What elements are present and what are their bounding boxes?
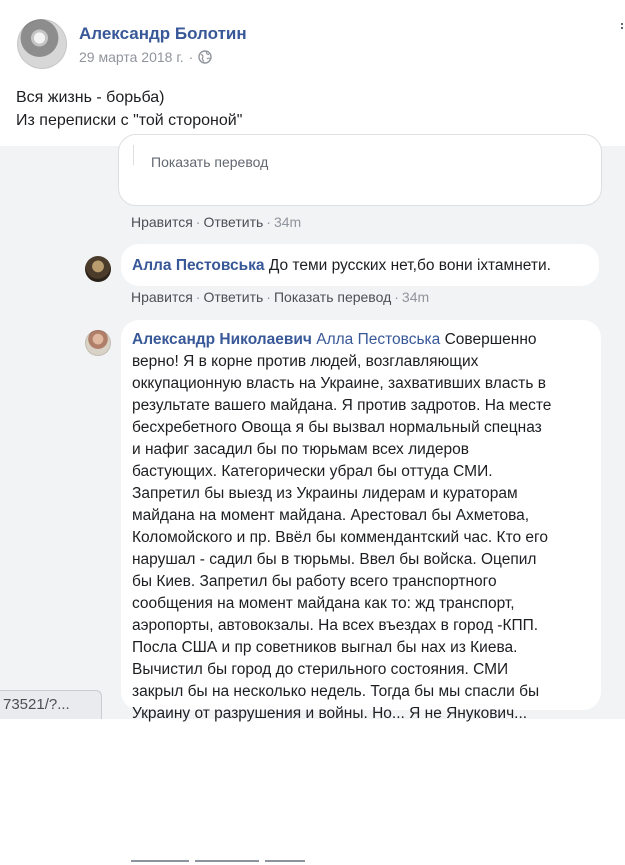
comment-text-lines: верно! Я в корне против людей, возглавля… [132,351,597,725]
comment-time[interactable]: 34m [274,214,301,230]
comment-text-line: Запретил бы выезд из Украины лидерам и к… [132,485,518,502]
comment-text: Совершенно [444,331,537,348]
action-separator: · [195,289,201,305]
commenter-avatar[interactable] [85,330,111,356]
status-url-tab: 73521/?... [0,690,102,719]
comment-text-line: бы Киев. Запретил бы работу всего трансп… [132,573,497,590]
reply-link[interactable]: Ответить [203,214,263,230]
action-separator: · [266,289,271,305]
comment-actions: Нравится · Ответить · 34m [131,214,301,230]
comment-text-line: бесхребетного Овоща я бы вызвал нормальн… [132,419,542,436]
comment-text-line: сообщения на момент майдана как то: жд т… [132,595,515,612]
post-meta: 29 марта 2018 г. · [79,49,212,65]
comment-text-line: Коломойского и пр. Ввёл бы коммендантски… [132,529,548,546]
post: Александр Болотин 29 марта 2018 г. · Вся… [0,0,625,146]
comment-text-line: Вычистил бы город до стерильного состоян… [132,661,509,678]
comment-text-line: результате вашего майдана. Я против задр… [132,397,552,414]
commenter-avatar[interactable] [85,256,111,282]
comments-section: Показать перевод Нравится · Ответить · 34m А… [0,134,625,862]
comment-text: До теми русских нет,бо вони іхтамнети. [268,257,551,274]
post-text-line: Вся жизнь - борьба) [16,89,165,106]
comment-text-line: майдана на момент майдана. Арестовал бы … [132,507,530,524]
comment-text-line: нарушал - садил бы в тюрьмы. Ввел бы вой… [132,551,537,568]
like-link[interactable]: Нравится [131,289,193,305]
previous-comment-bubble: Показать перевод [118,134,602,206]
comment-text-line: оккупационную власть на Украине, захвати… [132,375,546,392]
comment-bubble: Александр Николаевич Алла Пестовська Сов… [121,320,601,722]
comment-bubble: Алла Пестовська До теми русских нет,бо в… [121,244,599,286]
comment-first-line: Александр Николаевич Алла Пестовська Сов… [132,329,597,351]
comment-actions-cutoff [131,860,321,865]
post-text-line: Из переписки с "той стороной" [16,112,243,129]
post-author-name[interactable]: Александр Болотин [79,24,247,44]
commenter-name[interactable]: Алла Пестовська [132,257,265,274]
comment-body: Александр Николаевич Алла Пестовська Сов… [132,329,597,725]
comment-text-line: бастующих. Категорически убрал бы оттуда… [132,463,493,480]
comment-body: Алла Пестовська До теми русских нет,бо в… [132,255,551,277]
like-link[interactable]: Нравится [131,214,193,230]
comment-time[interactable]: 34m [402,289,429,305]
commenter-name[interactable]: Александр Николаевич [132,331,312,348]
action-separator: · [195,214,201,230]
author-avatar[interactable] [17,19,67,69]
post-date[interactable]: 29 марта 2018 г. [79,49,184,65]
globe-icon[interactable] [198,50,212,64]
comment-actions: Нравится · Ответить · Показать перевод · 34m [131,289,429,305]
mention-link[interactable]: Алла Пестовська [316,331,440,348]
comment-text-line: аэропорты, автовокзалы. На всех въездах … [132,617,539,634]
more-options-icon[interactable] [619,22,625,32]
action-separator: · [394,289,399,305]
reply-link[interactable]: Ответить [203,289,263,305]
comment-text-line: закрыл бы на несколько недель. Тогда бы … [132,683,540,700]
meta-separator: · [188,49,194,65]
quote-divider [133,145,134,165]
post-text: Вся жизнь - борьба) Из переписки с "той … [16,86,242,132]
action-separator: · [266,214,271,230]
comment-text-line: и нафиг засадил бы по тюрьмам всех лидер… [132,441,469,458]
comment-text-line: верно! Я в корне против людей, возглавля… [132,353,479,370]
show-translation-link[interactable]: Показать перевод [151,154,268,170]
comment-text-line: Украину от разрушения и войны. Но... Я н… [132,705,528,722]
show-translation-link[interactable]: Показать перевод [274,289,391,305]
comment-text-line: Посла США и пр советников выгнал бы нах … [132,639,518,656]
